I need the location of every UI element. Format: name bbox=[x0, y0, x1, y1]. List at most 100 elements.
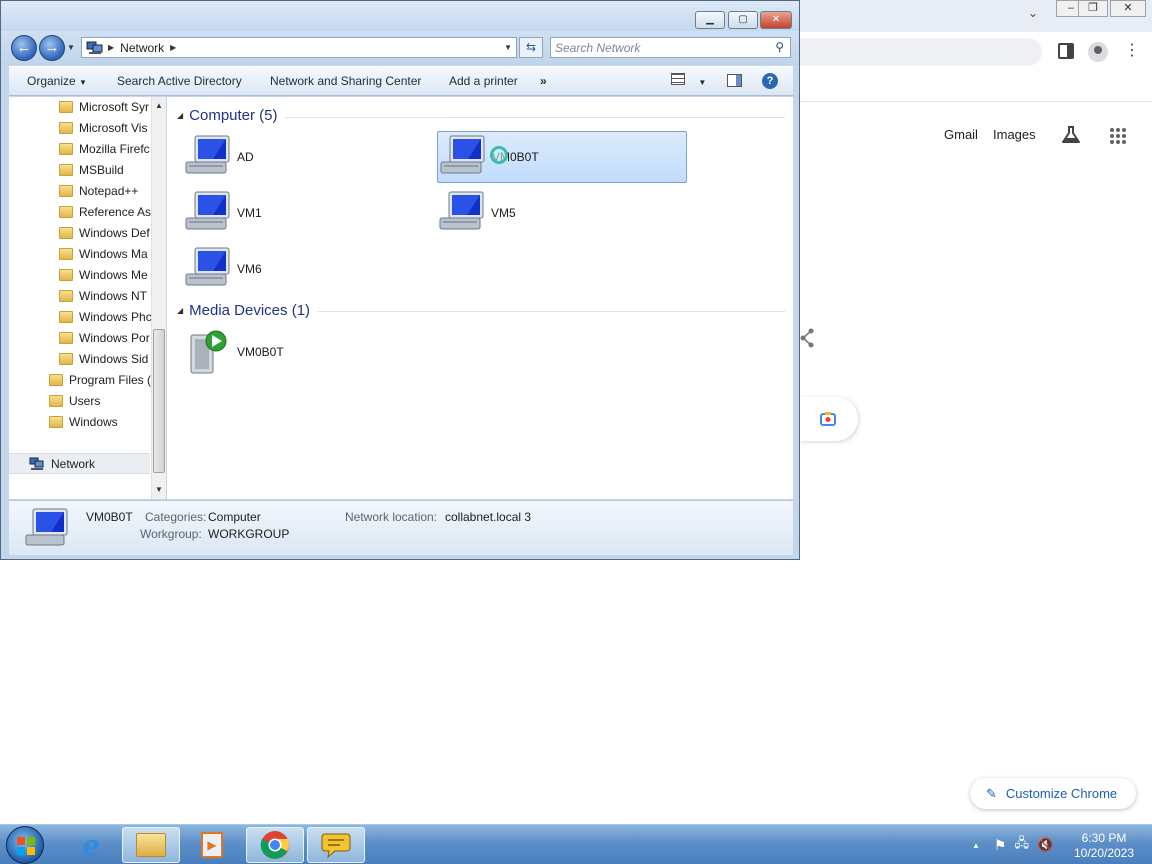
recent-pages-dropdown-icon[interactable]: ▼ bbox=[67, 43, 75, 52]
taskbar-media-player[interactable]: ▶ bbox=[183, 827, 241, 863]
explorer-minimize-button[interactable]: ▁ bbox=[695, 11, 725, 29]
search-active-directory-button[interactable]: Search Active Directory bbox=[117, 74, 242, 88]
scroll-up-icon[interactable]: ▲ bbox=[152, 99, 166, 113]
forward-button[interactable]: → bbox=[39, 35, 65, 61]
taskbar-chrome[interactable] bbox=[246, 827, 304, 863]
network-tray-icon[interactable]: 🖧 bbox=[1014, 834, 1029, 856]
search-box[interactable]: ⚲ bbox=[550, 37, 791, 58]
folder-icon bbox=[59, 143, 73, 155]
group-header-computer[interactable]: ◢ Computer (5) bbox=[177, 107, 278, 124]
chrome-close-button[interactable]: ✕ bbox=[1110, 0, 1146, 17]
computer-tile-vm5[interactable]: VM5 bbox=[437, 187, 687, 239]
breadcrumb-separator-icon[interactable]: ▶ bbox=[170, 43, 176, 52]
nav-folder-label: Mozilla Firefc bbox=[79, 142, 150, 156]
share-icon[interactable] bbox=[800, 328, 816, 348]
nav-folder-item[interactable]: Microsoft Vis bbox=[59, 118, 147, 138]
nav-folder-item[interactable]: Program Files ( bbox=[49, 370, 151, 390]
show-hidden-icons-icon[interactable]: ▲ bbox=[972, 841, 980, 850]
volume-muted-icon[interactable]: 🔇 bbox=[1037, 837, 1053, 853]
chrome-omnibox[interactable] bbox=[780, 38, 1042, 66]
search-lens-chip[interactable] bbox=[800, 397, 858, 441]
nav-folder-item[interactable]: MSBuild bbox=[59, 160, 124, 180]
action-center-flag-icon[interactable]: ⚑ bbox=[994, 837, 1007, 854]
details-categories-value: Computer bbox=[208, 510, 261, 524]
computer-tile-vm1[interactable]: VM1 bbox=[183, 187, 433, 239]
command-bar: Organize ▼ Search Active Directory Netwo… bbox=[9, 66, 793, 96]
explorer-close-button[interactable]: ✕ bbox=[760, 11, 792, 29]
google-lens-icon[interactable] bbox=[820, 411, 836, 427]
images-link[interactable]: Images bbox=[993, 127, 1036, 142]
nav-folder-item[interactable]: Users bbox=[49, 391, 100, 411]
nav-folder-item[interactable]: Reference As bbox=[59, 202, 151, 222]
computer-tile-vm0b0t[interactable]: VM0B0T bbox=[437, 131, 687, 183]
nav-folder-item[interactable]: Windows Me bbox=[59, 265, 148, 285]
taskbar-windows-explorer[interactable] bbox=[122, 827, 180, 863]
taskbar: e ▶ ▲ ⚑ 🖧 🔇 6:30 PM 10/20/2023 bbox=[0, 824, 1152, 864]
tab-search-icon[interactable]: ⌄ bbox=[1024, 6, 1042, 26]
folder-icon bbox=[59, 332, 73, 344]
customize-chrome-button[interactable]: ✎ Customize Chrome bbox=[970, 778, 1136, 809]
computer-tile-ad[interactable]: AD bbox=[183, 131, 433, 183]
nav-folder-item[interactable]: Mozilla Firefc bbox=[59, 139, 150, 159]
apps-grid-icon[interactable] bbox=[1109, 127, 1127, 145]
folder-icon bbox=[59, 227, 73, 239]
start-button[interactable] bbox=[6, 826, 44, 864]
group-header-media-devices[interactable]: ◢ Media Devices (1) bbox=[177, 302, 310, 319]
details-location-label: Network location: bbox=[345, 510, 438, 524]
details-workgroup-value: WORKGROUP bbox=[208, 527, 290, 541]
network-sharing-center-button[interactable]: Network and Sharing Center bbox=[270, 74, 421, 88]
explorer-maximize-button[interactable]: ▢ bbox=[728, 11, 758, 29]
nav-folder-label: Windows Sid bbox=[79, 352, 149, 366]
media-device-icon bbox=[190, 330, 227, 374]
scroll-thumb[interactable] bbox=[153, 329, 165, 473]
help-icon[interactable]: ? bbox=[762, 73, 778, 89]
search-input[interactable] bbox=[555, 39, 765, 56]
change-view-icon[interactable]: ▼ bbox=[671, 73, 706, 88]
nav-folder-item[interactable]: Windows Def bbox=[59, 223, 150, 243]
more-commands-button[interactable]: » bbox=[540, 74, 547, 88]
folder-icon bbox=[136, 833, 166, 857]
side-panel-icon[interactable] bbox=[1058, 43, 1074, 59]
navigation-pane[interactable]: Microsoft Syr Microsoft Vis Mozilla Firefc… bbox=[9, 97, 151, 499]
nav-folder-label: Program Files ( bbox=[69, 373, 151, 387]
nav-folder-item[interactable]: Windows bbox=[49, 412, 118, 432]
nav-folder-item[interactable]: Windows Por bbox=[59, 328, 150, 348]
nav-folder-label: Windows Phc bbox=[79, 310, 151, 324]
nav-folder-item[interactable]: Windows NT bbox=[59, 286, 147, 306]
computer-tile-vm6[interactable]: VM6 bbox=[183, 243, 433, 295]
gmail-link[interactable]: Gmail bbox=[944, 127, 978, 142]
tile-label: VM0B0T bbox=[237, 345, 284, 359]
folder-icon bbox=[49, 374, 63, 386]
chrome-restore-button[interactable]: ❐ bbox=[1078, 0, 1108, 17]
nav-folder-item[interactable]: Windows Sid bbox=[59, 349, 148, 369]
address-history-dropdown-icon[interactable]: ▼ bbox=[504, 43, 512, 52]
nav-network-item[interactable]: Network bbox=[9, 453, 150, 474]
address-bar[interactable]: ▶ Network ▶ ▼ bbox=[81, 37, 517, 58]
collapse-triangle-icon[interactable]: ◢ bbox=[177, 306, 183, 315]
refresh-icon[interactable]: ⇆ bbox=[519, 37, 543, 58]
computer-icon bbox=[185, 135, 230, 174]
add-printer-button[interactable]: Add a printer bbox=[449, 74, 518, 88]
taskbar-internet-explorer[interactable]: e bbox=[62, 827, 120, 863]
breadcrumb-network[interactable]: Network bbox=[120, 41, 164, 55]
nav-folder-item[interactable]: Notepad++ bbox=[59, 181, 138, 201]
folder-icon bbox=[59, 122, 73, 134]
back-button[interactable]: ← bbox=[11, 35, 37, 61]
computer-icon bbox=[185, 247, 230, 286]
search-icon[interactable]: ⚲ bbox=[775, 40, 784, 54]
nav-folder-item[interactable]: Windows Ma bbox=[59, 244, 148, 264]
nav-folder-item[interactable]: Microsoft Syr bbox=[59, 97, 149, 117]
preview-pane-icon[interactable] bbox=[727, 74, 742, 87]
navigation-scrollbar[interactable]: ▲ ▼ bbox=[151, 97, 166, 499]
scroll-down-icon[interactable]: ▼ bbox=[152, 483, 166, 497]
clock-date: 10/20/2023 bbox=[1073, 846, 1135, 860]
chrome-menu-icon[interactable]: ⋮ bbox=[1124, 42, 1140, 62]
taskbar-clock[interactable]: 6:30 PM 10/20/2023 bbox=[1066, 831, 1142, 861]
organize-menu[interactable]: Organize ▼ bbox=[27, 74, 87, 88]
media-device-tile-vm0b0t[interactable]: VM0B0T bbox=[183, 326, 433, 378]
labs-flask-icon[interactable] bbox=[1060, 124, 1082, 146]
profile-avatar-icon[interactable] bbox=[1088, 42, 1108, 62]
taskbar-speech-app[interactable] bbox=[307, 827, 365, 863]
collapse-triangle-icon[interactable]: ◢ bbox=[177, 111, 183, 120]
nav-folder-item[interactable]: Windows Phc bbox=[59, 307, 151, 327]
